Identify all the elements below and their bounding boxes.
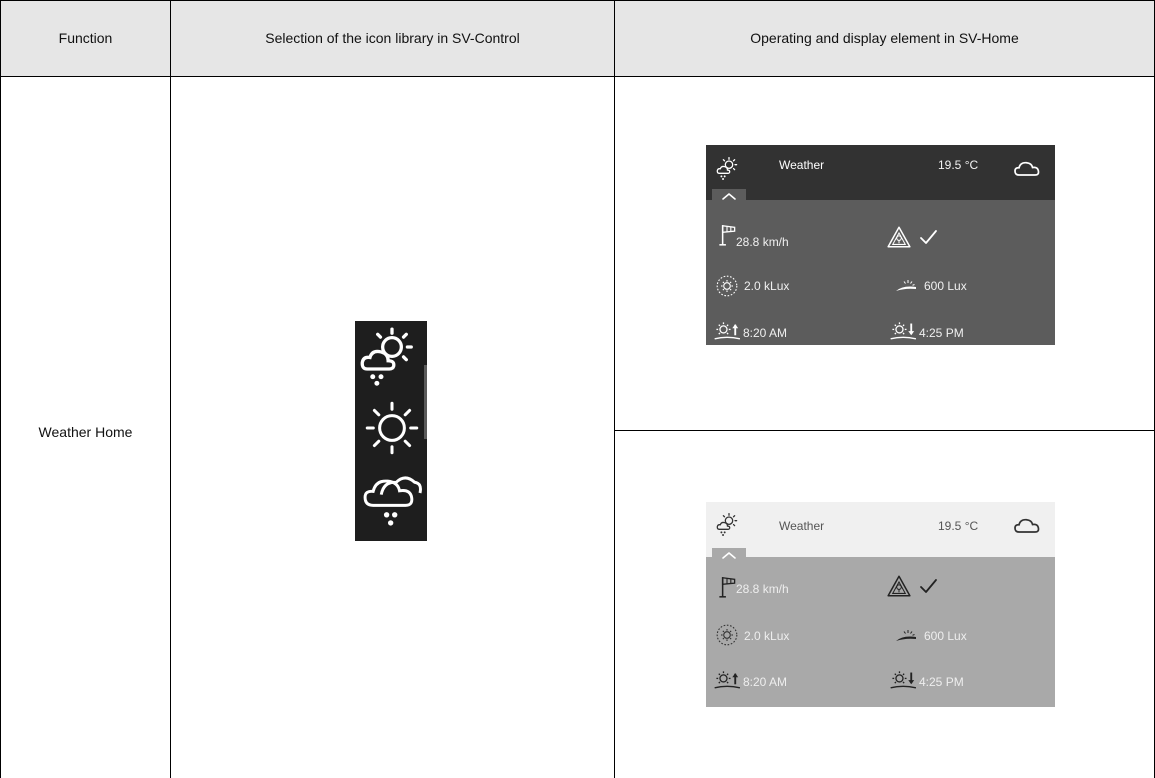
twilight-icon — [895, 279, 917, 292]
chevron-up-icon — [722, 552, 736, 559]
sunrise-icon — [714, 321, 740, 340]
sunrise-value: 8:20 AM — [743, 675, 788, 689]
weather-widget-light[interactable]: Weather 19.5 °C 28.8 km/h 2.0 kLux 600 L… — [706, 502, 1055, 707]
brightness-value: 2.0 kLux — [744, 629, 790, 643]
brightness-value: 2.0 kLux — [744, 279, 790, 293]
function-name: Weather Home — [38, 424, 133, 440]
widget-header — [706, 502, 1055, 557]
table-border-top — [0, 0, 1155, 1]
header-operating-element: Operating and display element in SV-Home — [750, 30, 1019, 46]
temperature-value: 19.5 °C — [938, 158, 979, 172]
weather-cloud-rain-icon[interactable] — [359, 465, 425, 535]
weather-sun-cloud-rain-icon — [716, 512, 738, 537]
widget-header — [706, 145, 1055, 200]
sunrise-value: 8:20 AM — [743, 326, 788, 340]
column-divider-2 — [614, 0, 615, 778]
widget-body — [706, 200, 1055, 345]
cloud-icon — [1014, 161, 1040, 176]
twilight-icon — [895, 629, 917, 642]
weather-sun-cloud-rain-icon[interactable] — [359, 325, 425, 395]
brightness-sensor-icon — [716, 624, 738, 646]
sunset-icon — [890, 670, 916, 689]
wind-speed-value: 28.8 km/h — [736, 235, 789, 249]
element-cell-divider — [614, 430, 1155, 431]
table-border-left — [0, 0, 1, 778]
sunset-value: 4:25 PM — [919, 326, 964, 340]
collapse-toggle-button[interactable] — [712, 189, 746, 205]
twilight-value: 600 Lux — [924, 279, 967, 293]
weather-sun-cloud-rain-icon — [716, 156, 738, 181]
widget-title: Weather — [779, 519, 825, 533]
sunset-value: 4:25 PM — [919, 675, 964, 689]
brightness-sensor-icon — [716, 275, 738, 297]
icon-library-strip[interactable] — [355, 321, 427, 541]
sunrise-icon — [714, 670, 740, 689]
collapse-toggle-button[interactable] — [712, 548, 746, 564]
windsock-icon — [718, 224, 736, 246]
widget-title: Weather — [779, 158, 825, 172]
check-icon — [920, 579, 937, 593]
column-divider-1 — [170, 0, 171, 778]
warning-triangle-icon — [887, 226, 911, 248]
temperature-value: 19.5 °C — [938, 519, 979, 533]
header-icon-library: Selection of the icon library in SV-Cont… — [265, 30, 520, 46]
warning-triangle-icon — [887, 575, 911, 597]
header-divider — [0, 76, 1155, 77]
weather-sun-icon[interactable] — [359, 395, 425, 465]
header-function: Function — [58, 30, 113, 46]
check-icon — [920, 230, 937, 244]
twilight-value: 600 Lux — [924, 629, 967, 643]
weather-widget-dark[interactable]: Weather 19.5 °C 28.8 km/h 2.0 kLux 600 L… — [706, 145, 1055, 355]
sunset-icon — [890, 321, 916, 340]
wind-speed-value: 28.8 km/h — [736, 582, 789, 596]
chevron-up-icon — [722, 193, 736, 200]
cloud-icon — [1014, 518, 1040, 533]
windsock-icon — [718, 576, 736, 598]
